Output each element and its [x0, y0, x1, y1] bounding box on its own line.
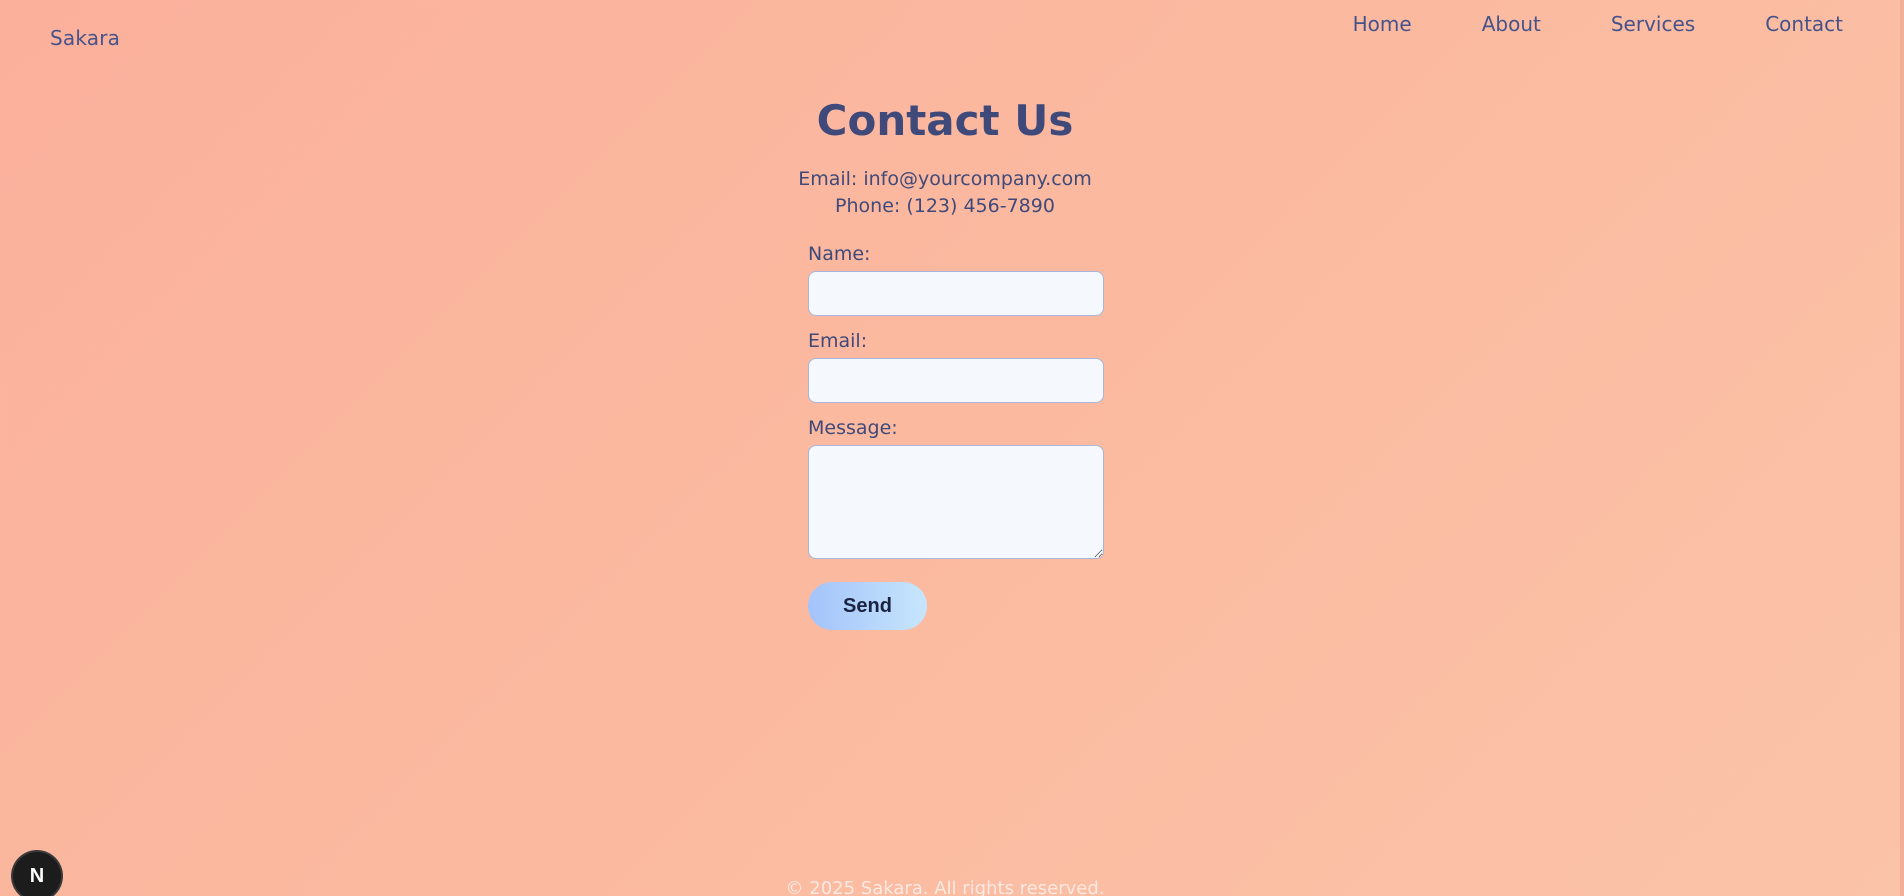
send-button[interactable]: Send [808, 582, 927, 630]
contact-email: Email: info@yourcompany.com [798, 168, 1092, 190]
page-title: Contact Us [816, 96, 1074, 145]
n-logo-icon: N [29, 864, 45, 887]
name-label: Name: [808, 243, 871, 265]
nav-link-about[interactable]: About [1482, 12, 1541, 36]
message-label: Message: [808, 417, 898, 439]
footer-copyright: © 2025 Sakara. All rights reserved. [785, 878, 1105, 896]
window-edge [1900, 0, 1904, 896]
top-nav: Home About Services Contact [1353, 12, 1843, 36]
nav-link-home[interactable]: Home [1353, 12, 1412, 36]
email-label: Email: [808, 330, 868, 352]
contact-form: Name: Email: Message: Send [808, 241, 1104, 630]
name-input[interactable] [808, 271, 1104, 316]
email-input[interactable] [808, 358, 1104, 403]
brand-logo[interactable]: Sakara [50, 26, 120, 50]
message-textarea[interactable] [808, 445, 1104, 559]
nav-link-services[interactable]: Services [1611, 12, 1695, 36]
contact-phone: Phone: (123) 456-7890 [835, 195, 1055, 217]
nav-link-contact[interactable]: Contact [1765, 12, 1843, 36]
dev-tools-badge[interactable]: N [13, 852, 61, 896]
contact-info: Email: info@yourcompany.com Phone: (123)… [0, 166, 1890, 220]
